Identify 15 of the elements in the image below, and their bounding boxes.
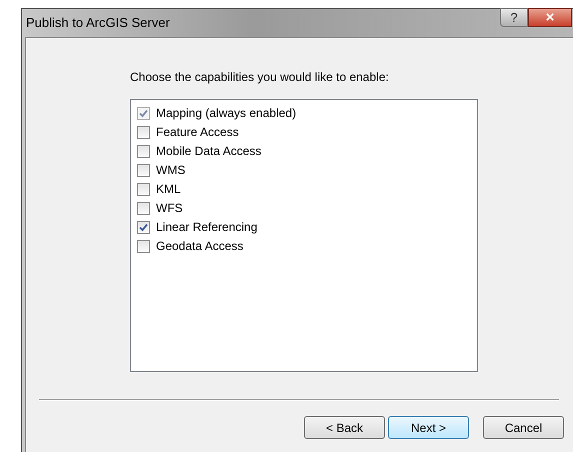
check-icon — [139, 108, 148, 118]
help-button[interactable]: ? — [500, 8, 528, 27]
capability-checkbox[interactable]: WMS — [137, 162, 477, 178]
capability-checkbox[interactable]: Geodata Access — [137, 238, 477, 254]
capability-checkbox[interactable]: Feature Access — [137, 124, 477, 140]
capability-checkbox[interactable]: WFS — [137, 200, 477, 216]
wizard-button[interactable]: Next > — [388, 416, 469, 439]
capability-checkbox[interactable]: Linear Referencing — [137, 219, 477, 235]
check-icon — [139, 222, 148, 232]
wizard-button[interactable]: < Back — [304, 416, 385, 439]
capability-checkbox[interactable]: KML — [137, 181, 477, 197]
prompt-text: Choose the capabilities you would like to enable: — [130, 69, 389, 86]
wizard-button[interactable]: Cancel — [483, 416, 564, 439]
capability-checkbox[interactable]: Mobile Data Access — [137, 143, 477, 159]
window-title: Publish to ArcGIS Server — [26, 14, 170, 32]
